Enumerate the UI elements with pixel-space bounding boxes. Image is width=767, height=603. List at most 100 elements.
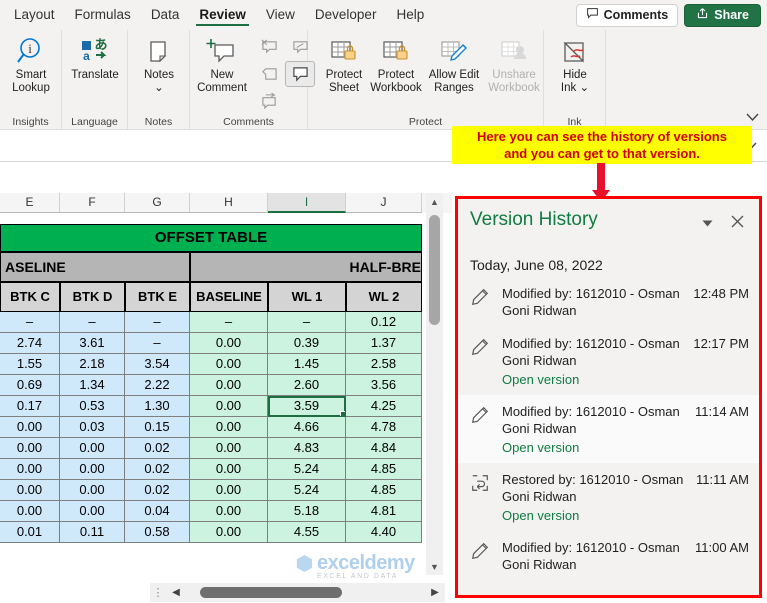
horizontal-scroll-thumb[interactable] xyxy=(200,587,342,598)
spreadsheet-grid[interactable]: EFGHIJ OFFSET TABLE ASELINE HALF-BRE BTK CB… xyxy=(0,193,452,603)
cell-r9-c1[interactable]: 0.00 xyxy=(60,501,125,522)
allow-edit-ranges-button[interactable]: Allow Edit Ranges xyxy=(422,33,486,95)
version-history-item[interactable]: Modified by: 1612010 - Osman Goni Ridwan… xyxy=(458,395,759,463)
ribbon-collapse-chevron-icon[interactable] xyxy=(741,107,763,127)
group-header-0[interactable]: ASELINE xyxy=(0,252,190,282)
col-header-baseline[interactable]: BASELINE xyxy=(190,282,268,312)
table-row[interactable]: 0.00 0.00 0.04 0.00 5.18 4.81 xyxy=(0,501,452,522)
cell-r7-c4[interactable]: 5.24 xyxy=(268,459,346,480)
cell-r4-c0[interactable]: 0.17 xyxy=(0,396,60,417)
cell-r9-c2[interactable]: 0.04 xyxy=(125,501,190,522)
cell-r8-c3[interactable]: 0.00 xyxy=(190,480,268,501)
cell-r2-c3[interactable]: 0.00 xyxy=(190,354,268,375)
cell-r7-c0[interactable]: 0.00 xyxy=(0,459,60,480)
hide-ink-label-2[interactable]: Ink ⌄ xyxy=(561,82,589,95)
group-header-1[interactable]: HALF-BRE xyxy=(190,252,422,282)
cell-r0-c0[interactable]: – xyxy=(0,312,60,333)
cell-r9-c0[interactable]: 0.00 xyxy=(0,501,60,522)
cell-r6-c0[interactable]: 0.00 xyxy=(0,438,60,459)
scroll-left-arrow-icon[interactable]: ◀ xyxy=(166,587,186,598)
scroll-down-arrow-icon[interactable]: ▼ xyxy=(426,558,443,575)
table-row[interactable]: 0.00 0.00 0.02 0.00 5.24 4.85 xyxy=(0,480,452,501)
cell-r3-c5[interactable]: 3.56 xyxy=(346,375,422,396)
cell-r5-c1[interactable]: 0.03 xyxy=(60,417,125,438)
cell-r5-c0[interactable]: 0.00 xyxy=(0,417,60,438)
cell-r9-c4[interactable]: 5.18 xyxy=(268,501,346,522)
vertical-scrollbar[interactable]: ▲ ▼ xyxy=(426,193,443,575)
notes-button[interactable]: Notes ⌄ xyxy=(127,33,191,95)
open-version-link[interactable]: Open version xyxy=(502,372,749,387)
cell-r5-c3[interactable]: 0.00 xyxy=(190,417,268,438)
cell-r8-c4[interactable]: 5.24 xyxy=(268,480,346,501)
column-header-h[interactable]: H xyxy=(190,193,268,213)
cell-r1-c3[interactable]: 0.00 xyxy=(190,333,268,354)
cell-r4-c1[interactable]: 0.53 xyxy=(60,396,125,417)
pane-options-chevron-down-icon[interactable] xyxy=(697,213,717,233)
tab-formulas[interactable]: Formulas xyxy=(65,0,141,30)
cell-r10-c1[interactable]: 0.11 xyxy=(60,522,125,543)
cell-r3-c2[interactable]: 2.22 xyxy=(125,375,190,396)
tab-help[interactable]: Help xyxy=(386,0,434,30)
cell-r4-c3[interactable]: 0.00 xyxy=(190,396,268,417)
scroll-up-arrow-icon[interactable]: ▲ xyxy=(426,193,443,210)
version-history-item[interactable]: Modified by: 1612010 - Osman Goni Ridwan… xyxy=(458,531,759,581)
open-version-link[interactable]: Open version xyxy=(502,440,749,455)
smart-lookup-button[interactable]: i Smart Lookup xyxy=(0,33,63,95)
table-row[interactable]: 0.00 0.03 0.15 0.00 4.66 4.78 xyxy=(0,417,452,438)
cell-r0-c2[interactable]: – xyxy=(125,312,190,333)
cell-r1-c0[interactable]: 2.74 xyxy=(0,333,60,354)
cell-r10-c2[interactable]: 0.58 xyxy=(125,522,190,543)
sheet-split-handle-icon[interactable]: ⋮ xyxy=(150,586,166,599)
version-history-item[interactable]: Restored by: 1612010 - Osman Goni Ridwan… xyxy=(458,463,759,531)
cell-r0-c1[interactable]: – xyxy=(60,312,125,333)
cell-r6-c2[interactable]: 0.02 xyxy=(125,438,190,459)
share-button[interactable]: Share xyxy=(684,3,761,27)
cell-r10-c5[interactable]: 4.40 xyxy=(346,522,422,543)
tab-review[interactable]: Review xyxy=(189,0,256,30)
new-comment-button[interactable]: New Comment xyxy=(190,33,254,95)
cell-r5-c4[interactable]: 4.66 xyxy=(268,417,346,438)
table-row[interactable]: 2.74 3.61–0.00 0.39 1.37 xyxy=(0,333,452,354)
cell-r1-c1[interactable]: 3.61 xyxy=(60,333,125,354)
tab-data[interactable]: Data xyxy=(141,0,190,30)
delete-comment-icon[interactable] xyxy=(254,34,284,60)
vertical-scroll-thumb[interactable] xyxy=(429,215,440,325)
col-header-btk-e[interactable]: BTK E xyxy=(125,282,190,312)
column-header-i[interactable]: I xyxy=(268,193,346,213)
open-version-link[interactable]: Open version xyxy=(502,508,749,523)
cell-r5-c2[interactable]: 0.15 xyxy=(125,417,190,438)
cell-r9-c3[interactable]: 0.00 xyxy=(190,501,268,522)
cell-r6-c1[interactable]: 0.00 xyxy=(60,438,125,459)
cell-r2-c5[interactable]: 2.58 xyxy=(346,354,422,375)
cell-r2-c1[interactable]: 2.18 xyxy=(60,354,125,375)
version-history-item[interactable]: Modified by: 1612010 - Osman Goni Ridwan… xyxy=(458,327,759,395)
column-header-e[interactable]: E xyxy=(0,193,60,213)
cell-r1-c4[interactable]: 0.39 xyxy=(268,333,346,354)
scroll-right-arrow-icon[interactable]: ▶ xyxy=(425,587,445,598)
cell-r7-c2[interactable]: 0.02 xyxy=(125,459,190,480)
cell-r5-c5[interactable]: 4.78 xyxy=(346,417,422,438)
chevron-down-icon[interactable]: ⌄ xyxy=(154,82,164,95)
cell-r7-c5[interactable]: 4.85 xyxy=(346,459,422,480)
cell-r2-c2[interactable]: 3.54 xyxy=(125,354,190,375)
cell-r8-c5[interactable]: 4.85 xyxy=(346,480,422,501)
column-header-g[interactable]: G xyxy=(125,193,190,213)
comments-button[interactable]: Comments xyxy=(575,3,679,27)
horizontal-scrollbar[interactable]: ⋮ ◀ ▶ xyxy=(150,583,445,602)
cell-r3-c0[interactable]: 0.69 xyxy=(0,375,60,396)
cell-r10-c0[interactable]: 0.01 xyxy=(0,522,60,543)
tab-layout[interactable]: Layout xyxy=(4,0,65,30)
cell-r8-c1[interactable]: 0.00 xyxy=(60,480,125,501)
table-row[interactable]: 0.69 1.34 2.22 0.00 2.60 3.56 xyxy=(0,375,452,396)
table-row[interactable]: 0.00 0.00 0.02 0.00 4.83 4.84 xyxy=(0,438,452,459)
col-header-btk-d[interactable]: BTK D xyxy=(60,282,125,312)
table-row[interactable]: 1.55 2.18 3.54 0.00 1.45 2.58 xyxy=(0,354,452,375)
hide-ink-button[interactable]: Hide Ink ⌄ xyxy=(543,33,607,95)
col-header-wl-2[interactable]: WL 2 xyxy=(346,282,422,312)
cell-r10-c3[interactable]: 0.00 xyxy=(190,522,268,543)
reply-comment-icon[interactable] xyxy=(254,88,284,114)
column-header-f[interactable]: F xyxy=(60,193,125,213)
cell-r7-c3[interactable]: 0.00 xyxy=(190,459,268,480)
cell-r1-c5[interactable]: 1.37 xyxy=(346,333,422,354)
col-header-btk-c[interactable]: BTK C xyxy=(0,282,60,312)
